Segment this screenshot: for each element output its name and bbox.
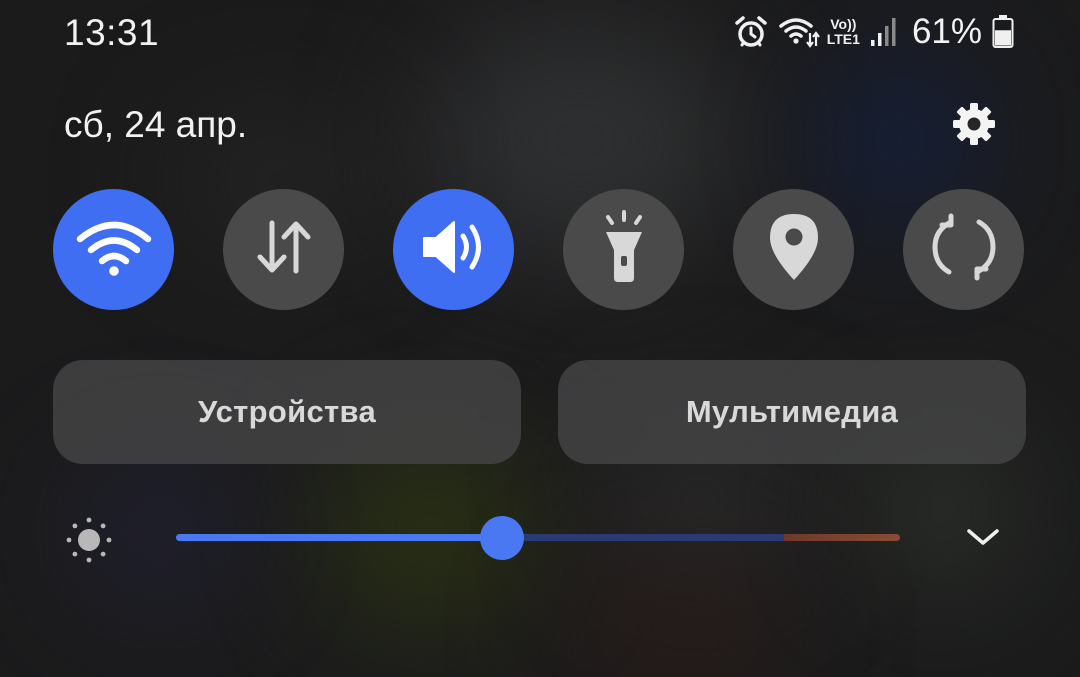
status-icons: Vo)) LTE1 61% <box>733 12 1014 52</box>
volte-label: Vo)) <box>830 16 857 32</box>
lte-label: LTE1 <box>826 31 860 47</box>
location-toggle[interactable] <box>733 189 854 310</box>
status-bar: 13:31 Vo)) LTE1 61% <box>0 0 1080 66</box>
flashlight-toggle[interactable] <box>563 189 684 310</box>
media-button[interactable]: Мультимедиа <box>558 360 1026 464</box>
alarm-icon <box>733 14 769 50</box>
date-label: сб, 24 апр. <box>64 104 248 145</box>
settings-button[interactable] <box>948 100 1000 152</box>
location-icon <box>768 212 820 287</box>
expand-button[interactable] <box>962 520 1004 558</box>
gear-icon <box>950 100 998 153</box>
auto-rotate-toggle[interactable] <box>903 189 1024 310</box>
sound-icon <box>418 214 490 285</box>
mobile-data-toggle[interactable] <box>223 189 344 310</box>
wifi-calling-icon <box>778 15 821 49</box>
mobile-data-icon <box>252 215 316 284</box>
sun-icon <box>66 517 112 563</box>
quick-settings-tiles <box>53 189 1025 310</box>
wifi-toggle[interactable] <box>53 189 174 310</box>
sound-toggle[interactable] <box>393 189 514 310</box>
battery-percent: 61% <box>911 12 982 51</box>
battery-icon <box>992 15 1014 49</box>
signal-icon <box>870 16 898 48</box>
auto-rotate-icon <box>929 212 999 287</box>
brightness-slider[interactable] <box>176 516 900 560</box>
clock: 13:31 <box>64 12 160 53</box>
brightness-slider-thumb[interactable] <box>479 516 524 560</box>
brightness-track-fill <box>176 534 502 541</box>
chevron-down-icon <box>966 527 1000 552</box>
volte-indicator: Vo)) LTE1 <box>827 17 860 47</box>
flashlight-icon <box>596 210 652 289</box>
wifi-icon <box>76 217 152 282</box>
devices-button[interactable]: Устройства <box>53 360 521 464</box>
